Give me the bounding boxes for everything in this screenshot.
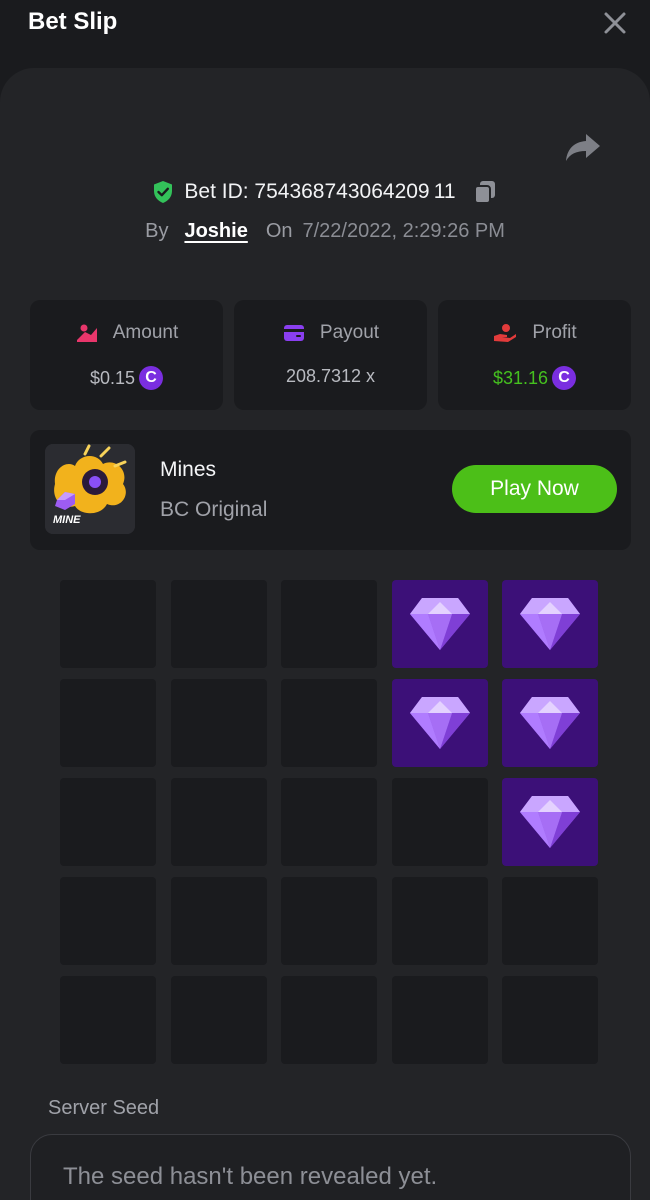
verified-shield-icon	[154, 181, 173, 203]
board-tile	[391, 976, 488, 1064]
board-tile-gem	[391, 679, 488, 767]
share-button[interactable]	[564, 130, 602, 164]
play-now-button[interactable]: Play Now	[452, 465, 617, 513]
game-card: MINE Mines BC Original Play Now	[30, 430, 631, 550]
bet-meta-row: By Joshie On 7/22/2022, 2:29:26 PM	[0, 216, 650, 246]
amount-value: $0.15	[89, 367, 136, 388]
gem-icon	[409, 697, 470, 749]
close-button[interactable]	[600, 8, 630, 38]
on-label: On	[265, 219, 293, 242]
board-tile-gem	[391, 580, 488, 668]
board-tile	[281, 778, 377, 866]
board-tile	[281, 580, 377, 668]
profit-label: Profit	[532, 322, 577, 343]
header: Bet Slip	[0, 0, 650, 64]
board-tile	[281, 976, 377, 1064]
gem-icon	[520, 697, 580, 749]
board-tile	[502, 976, 598, 1064]
game-name: Mines	[160, 458, 217, 481]
server-seed-label: Server Seed	[48, 1097, 160, 1119]
gem-icon	[520, 598, 580, 650]
board-tile	[502, 877, 598, 965]
mines-board	[60, 580, 598, 1064]
username-link[interactable]: Joshie	[184, 220, 247, 243]
bet-date: 7/22/2022, 2:29:26 PM	[302, 219, 505, 242]
board-tile	[170, 877, 267, 965]
board-tile-gem	[502, 679, 598, 767]
board-tile	[60, 778, 156, 866]
coin-icon: C	[139, 366, 164, 390]
stat-profit: Profit $31.16 C	[438, 300, 631, 410]
board-tile-gem	[502, 778, 598, 866]
board-tile	[60, 580, 156, 668]
close-icon	[604, 12, 626, 34]
amount-icon	[76, 324, 97, 342]
payout-value: 208.7312 x	[285, 366, 376, 386]
game-thumbnail[interactable]: MINE	[45, 444, 135, 534]
game-provider: BC Original	[160, 498, 268, 521]
profit-value: $31.16	[492, 367, 549, 388]
bet-id-row: Bet ID: 754368743064209 11	[0, 176, 650, 208]
payout-label: Payout	[319, 322, 380, 343]
bet-stats: Amount $0.15 C Payout 208.7312 x Profit	[30, 300, 631, 410]
board-tile	[170, 679, 267, 767]
game-thumb-label: MINE	[53, 514, 81, 526]
board-tile	[170, 778, 267, 866]
copy-icon[interactable]	[472, 179, 498, 205]
board-tile	[60, 679, 156, 767]
board-tile	[170, 976, 267, 1064]
coin-icon: C	[552, 366, 577, 390]
gem-icon	[520, 796, 580, 848]
server-seed-value: The seed hasn't been revealed yet.	[63, 1163, 438, 1190]
amount-label: Amount	[112, 322, 179, 343]
profit-hand-icon	[494, 324, 517, 342]
page-title: Bet Slip	[28, 8, 118, 35]
board-tile	[170, 580, 267, 668]
board-tile	[281, 877, 377, 965]
gem-icon	[409, 598, 470, 650]
bet-id: Bet ID: 754368743064209 11	[184, 180, 456, 203]
board-tile	[281, 679, 377, 767]
board-tile	[60, 976, 156, 1064]
stat-payout: Payout 208.7312 x	[234, 300, 427, 410]
wallet-icon	[283, 325, 304, 341]
by-label: By	[145, 219, 169, 242]
stat-amount: Amount $0.15 C	[30, 300, 223, 410]
share-icon	[566, 134, 600, 161]
board-tile	[60, 877, 156, 965]
server-seed-field[interactable]: The seed hasn't been revealed yet.	[30, 1134, 631, 1200]
board-tile	[391, 877, 488, 965]
board-tile	[391, 778, 488, 866]
board-tile-gem	[502, 580, 598, 668]
